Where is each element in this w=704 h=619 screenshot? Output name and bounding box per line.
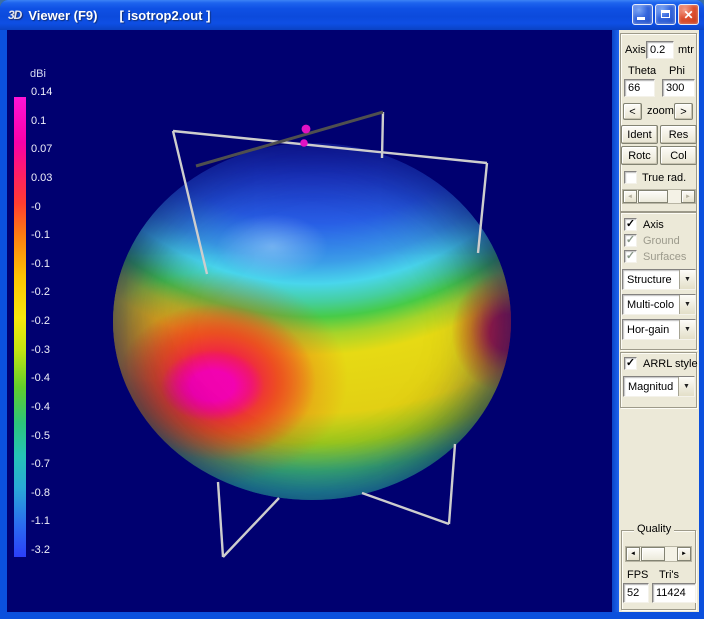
multicolor-dropdown[interactable]: Multi-colo ▼: [622, 294, 696, 315]
close-icon: ✕: [679, 5, 698, 24]
true-rad-checkbox[interactable]: [624, 171, 637, 184]
scroll-left-icon[interactable]: ◄: [626, 547, 640, 561]
chevron-down-icon[interactable]: ▼: [679, 295, 695, 314]
close-button[interactable]: ✕: [678, 4, 699, 25]
fps-value: 52: [623, 583, 649, 603]
ground-checkbox-label: Ground: [643, 235, 680, 247]
viewer-window: 3D Viewer (F9) [ isotrop2.out ] ✕ dBi 0.…: [0, 0, 704, 619]
horgain-dropdown[interactable]: Hor-gain ▼: [622, 319, 696, 340]
axis-length-label: Axis: [625, 44, 646, 56]
axis-checkbox-label: Axis: [643, 219, 664, 231]
scroll-left-icon[interactable]: ◄: [623, 190, 637, 203]
zoom-in-button[interactable]: >: [674, 103, 693, 120]
fps-label: FPS: [627, 569, 648, 581]
surfaces-checkbox-label: Surfaces: [643, 251, 686, 263]
minimize-icon: [637, 17, 645, 20]
scroll-right-icon[interactable]: ►: [677, 547, 691, 561]
quality-legend: Quality: [634, 523, 674, 535]
scrollbar-thumb[interactable]: [641, 547, 665, 561]
minimize-button[interactable]: [632, 4, 653, 25]
scroll-right-icon[interactable]: ►: [681, 190, 695, 203]
titlebar[interactable]: 3D Viewer (F9) [ isotrop2.out ] ✕: [0, 0, 704, 30]
maximize-button[interactable]: [655, 4, 676, 25]
chevron-down-icon[interactable]: ▼: [679, 320, 695, 339]
chevron-down-icon[interactable]: ▼: [678, 377, 694, 396]
tris-value: 11424: [652, 583, 696, 603]
3d-viewport[interactable]: dBi 0.14 0.1 0.07 0.03 -0 -0.1 -0.1 -0.2…: [7, 30, 612, 612]
axis-checkbox[interactable]: ✓: [624, 218, 637, 231]
phi-label: Phi: [669, 65, 685, 77]
app-3d-icon: 3D: [8, 8, 21, 22]
ground-checkbox: ✓: [624, 234, 637, 247]
theta-input[interactable]: [624, 79, 655, 97]
rotc-button[interactable]: Rotc: [621, 146, 658, 165]
arrl-style-checkbox[interactable]: ✓: [624, 357, 637, 370]
maximize-icon: [661, 10, 670, 18]
ident-button[interactable]: Ident: [621, 125, 658, 144]
quality-scrollbar[interactable]: ◄ ►: [625, 546, 692, 562]
true-rad-scrollbar[interactable]: ◄ ►: [622, 189, 696, 204]
tris-label: Tri's: [659, 569, 679, 581]
structure-dropdown[interactable]: Structure ▼: [622, 269, 696, 290]
arrl-style-label: ARRL style: [643, 358, 698, 370]
chevron-down-icon[interactable]: ▼: [679, 270, 695, 289]
view-controls-groupbox: [620, 33, 697, 212]
col-button[interactable]: Col: [660, 146, 697, 165]
panel-divider: [612, 30, 619, 612]
true-rad-label: True rad.: [642, 172, 686, 184]
axis-length-input[interactable]: [646, 41, 674, 59]
control-panel: Axis mtr Theta Phi < zoom > Ident Res Ro…: [619, 30, 699, 612]
axes-wireframe: [7, 30, 612, 612]
theta-label: Theta: [628, 65, 656, 77]
window-filename: [ isotrop2.out ]: [119, 8, 210, 23]
surfaces-checkbox: ✓: [624, 250, 637, 263]
zoom-out-button[interactable]: <: [623, 103, 642, 120]
res-button[interactable]: Res: [660, 125, 697, 144]
axis-unit-label: mtr: [678, 44, 694, 56]
magnitude-dropdown[interactable]: Magnitud ▼: [623, 376, 695, 397]
scrollbar-thumb[interactable]: [638, 190, 668, 203]
window-title: Viewer (F9): [28, 8, 97, 23]
phi-input[interactable]: [662, 79, 695, 97]
zoom-label: zoom: [647, 105, 674, 117]
